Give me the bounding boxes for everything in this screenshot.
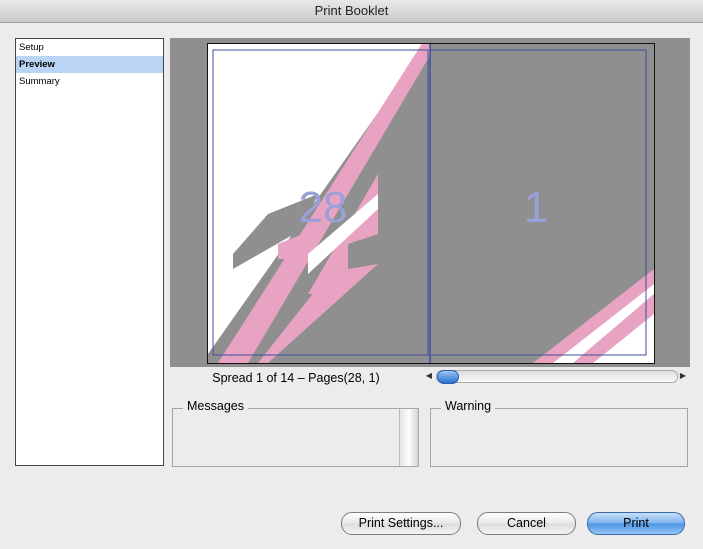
warning-group: Warning	[430, 399, 688, 467]
scroll-left-icon[interactable]: ◀	[424, 371, 434, 381]
warning-title: Warning	[441, 399, 496, 413]
spread-label: Spread 1 of 14 – Pages(28, 1)	[212, 371, 380, 385]
left-page-number: 28	[299, 183, 348, 232]
print-settings-button[interactable]: Print Settings...	[341, 512, 461, 535]
sidebar-item-setup[interactable]: Setup	[16, 39, 163, 56]
window-title: Print Booklet	[0, 0, 703, 23]
scroll-thumb[interactable]	[437, 370, 459, 384]
print-button[interactable]: Print	[587, 512, 685, 535]
sidebar-item-preview[interactable]: Preview	[16, 56, 163, 73]
right-page-number: 1	[524, 183, 548, 232]
sidebar-item-summary[interactable]: Summary	[16, 73, 163, 90]
booklet-spread-preview: 28 1	[207, 43, 655, 364]
spread-scrollbar[interactable]: ◀ ▶	[424, 369, 689, 384]
preview-area: 28 1	[170, 38, 690, 367]
messages-group: Messages	[172, 399, 419, 467]
messages-title: Messages	[183, 399, 248, 413]
spread-artwork: 28 1	[208, 44, 654, 363]
sidebar: Setup Preview Summary	[15, 38, 164, 466]
scroll-track[interactable]	[436, 370, 678, 384]
scroll-right-icon[interactable]: ▶	[678, 371, 688, 381]
cancel-button[interactable]: Cancel	[477, 512, 576, 535]
messages-scrollbar[interactable]	[399, 409, 418, 466]
